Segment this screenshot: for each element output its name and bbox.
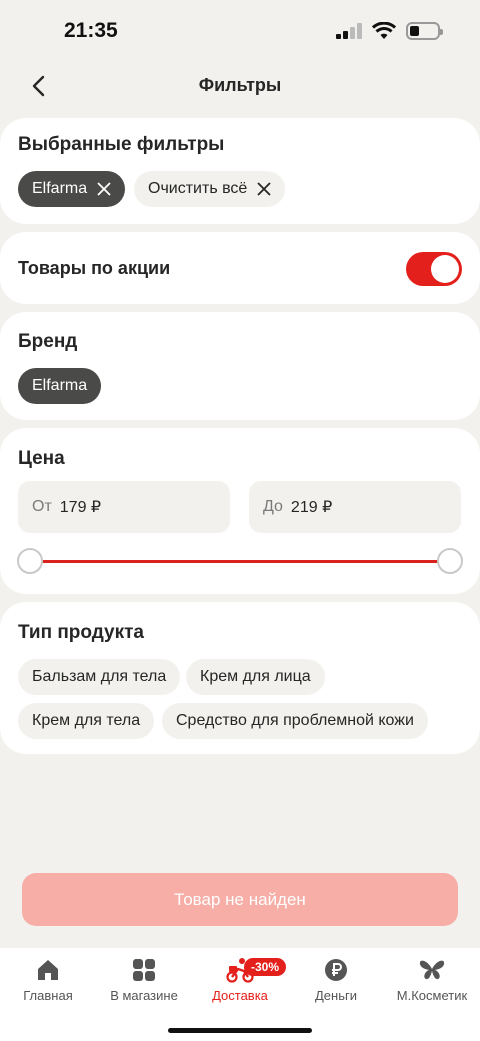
product-type-title: Тип продукта [18,622,144,643]
brand-chip[interactable]: Elfarma [18,368,102,404]
price-title: Цена [18,448,65,469]
product-type-chip[interactable]: Средство для проблемной кожи [162,703,428,739]
price-to-prefix: До [263,498,283,515]
product-type-card: Тип продукта Бальзам для тела Крем для л… [0,602,480,754]
selected-filters-title: Выбранные фильтры [18,134,225,155]
product-type-chip-label: Крем для тела [32,712,141,729]
page-title: Фильтры [198,75,282,95]
tab-money-label: Деньги [315,988,357,1003]
product-type-chip[interactable]: Бальзам для тела [18,659,181,695]
home-icon [38,960,58,980]
apply-filters-button[interactable]: Товар не найден [22,873,458,926]
brand-chip-label: Elfarma [32,377,88,394]
status-bar: 21:35 [0,0,480,62]
cellular-signal-icon [336,23,362,39]
tab-delivery-label: Доставка [212,988,268,1003]
tab-cosmetics-label: М.Косметик [396,988,468,1003]
discount-badge: -30% [244,958,287,976]
product-type-chip-label: Крем для лица [200,668,311,685]
price-to-value: 219 ₽ [290,499,333,516]
status-icons [336,22,443,40]
product-type-chip[interactable]: Крем для тела [18,703,155,739]
selected-filters-card: Выбранные фильтры Elfarma Очистить всё [0,118,480,224]
tab-in-store-label: В магазине [110,988,178,1003]
selected-filter-chip[interactable]: Elfarma [18,171,126,207]
clear-all-label: Очистить всё [148,180,248,197]
promo-label: Товары по акции [18,258,171,278]
wifi-icon [372,22,396,39]
tab-bar: Главная В магазине -30% Доставка Деньги … [0,948,480,1041]
ruble-icon [325,959,347,981]
tab-home[interactable]: Главная [0,956,96,1003]
price-from-field[interactable]: От 179 ₽ [18,481,230,533]
promo-toggle[interactable] [406,252,462,286]
price-to-field[interactable]: До 219 ₽ [249,481,461,533]
toggle-knob [431,255,459,283]
product-type-chip-label: Бальзам для тела [32,668,167,685]
tab-in-store[interactable]: В магазине [96,956,192,1003]
tab-home-label: Главная [23,988,73,1003]
brand-card: Бренд Elfarma [0,312,480,420]
price-from-prefix: От [32,498,52,515]
price-card: Цена От 179 ₽ До 219 ₽ [0,428,480,594]
promo-card: Товары по акции [0,232,480,304]
tab-delivery[interactable]: -30% Доставка [192,956,288,1003]
price-from-value: 179 ₽ [59,499,102,516]
product-type-chip[interactable]: Крем для лица [186,659,325,695]
close-icon[interactable] [97,182,111,196]
header: Фильтры [0,62,480,110]
battery-icon [406,22,443,40]
grid-icon [133,959,155,981]
selected-filter-chip-label: Elfarma [32,180,88,197]
tab-cosmetics[interactable]: М.Косметик [384,956,480,1003]
home-indicator [168,1028,312,1033]
price-slider-max-handle[interactable] [437,548,463,574]
clear-all-button[interactable]: Очистить всё [134,171,286,207]
tab-money[interactable]: Деньги [288,956,384,1003]
brand-title: Бренд [18,331,78,352]
status-time: 21:35 [64,19,118,42]
butterfly-icon [419,960,445,980]
product-type-chip-label: Средство для проблемной кожи [176,712,414,729]
price-slider-min-handle[interactable] [17,548,43,574]
close-icon [257,182,271,196]
price-slider-track [30,560,450,563]
